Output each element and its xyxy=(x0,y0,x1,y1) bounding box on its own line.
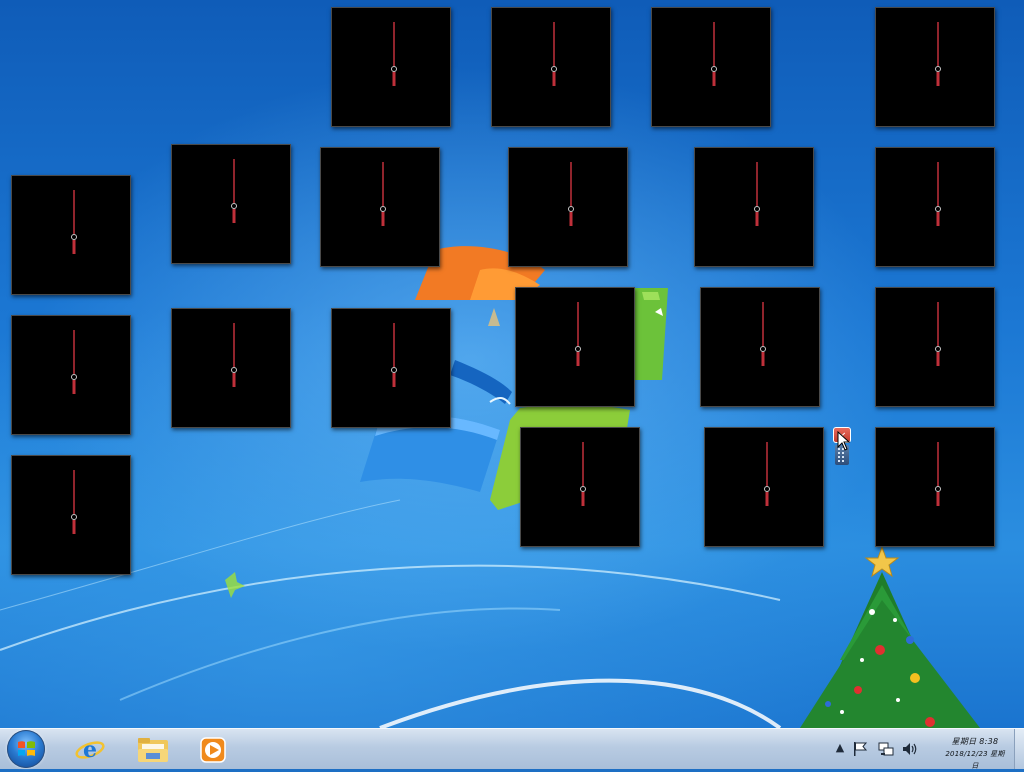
clock-date: 2018/12/23 星期日 xyxy=(945,750,1005,770)
clock-gadget[interactable] xyxy=(171,144,291,264)
internet-explorer-icon: e xyxy=(75,737,105,763)
clock-hand-icon xyxy=(935,162,941,226)
clock-gadget[interactable] xyxy=(11,315,131,435)
clock-hand-icon xyxy=(935,442,941,506)
clock-gadget[interactable] xyxy=(331,7,451,127)
clock-hand-icon xyxy=(711,22,717,86)
clock-hand-icon xyxy=(754,162,760,226)
clock-hand-icon xyxy=(71,330,77,394)
clock-hand-icon xyxy=(551,22,557,86)
christmas-tree xyxy=(800,545,980,728)
taskbar: e ▲ 星期日 8:38 2018/12/23 星期日 xyxy=(0,728,1024,772)
taskbar-media-player[interactable] xyxy=(188,731,240,767)
clock-gadget[interactable] xyxy=(875,7,995,127)
clock-gadget[interactable] xyxy=(875,287,995,407)
taskbar-clock[interactable]: 星期日 8:38 2018/12/23 星期日 xyxy=(942,736,1008,772)
clock-gadget[interactable] xyxy=(508,147,628,267)
clock-hand-icon xyxy=(580,442,586,506)
windows-logo-icon xyxy=(18,741,35,756)
clock-gadget[interactable] xyxy=(875,147,995,267)
clock-gadget[interactable] xyxy=(651,7,771,127)
clock-hand-icon xyxy=(231,323,237,387)
clock-gadget[interactable] xyxy=(331,308,451,428)
clock-gadget[interactable] xyxy=(520,427,640,547)
clock-hand-icon xyxy=(231,159,237,223)
clock-hand-icon xyxy=(764,442,770,506)
clock-gadget[interactable] xyxy=(11,175,131,295)
clock-hand-icon xyxy=(380,162,386,226)
network-icon[interactable] xyxy=(878,741,894,757)
clock-hand-icon xyxy=(760,302,766,366)
clock-hand-icon xyxy=(71,190,77,254)
clock-gadget[interactable] xyxy=(491,7,611,127)
clock-hand-icon xyxy=(391,22,397,86)
taskbar-windows-explorer[interactable] xyxy=(126,731,178,767)
notification-area: ▲ 星期日 8:38 2018/12/23 星期日 xyxy=(828,729,1024,772)
clock-hand-icon xyxy=(935,22,941,86)
clock-gadget[interactable] xyxy=(11,455,131,575)
desktop[interactable]: × xyxy=(0,0,1024,728)
clock-hand-icon xyxy=(71,470,77,534)
clock-gadget[interactable] xyxy=(320,147,440,267)
volume-icon[interactable] xyxy=(902,741,918,757)
svg-text:e: e xyxy=(83,737,97,763)
show-hidden-icons-button[interactable]: ▲ xyxy=(832,741,848,757)
clock-hand-icon xyxy=(568,162,574,226)
clock-hand-icon xyxy=(935,302,941,366)
clock-hand-icon xyxy=(575,302,581,366)
media-player-icon xyxy=(200,737,226,763)
clock-gadget[interactable] xyxy=(875,427,995,547)
clock-gadget[interactable] xyxy=(700,287,820,407)
clock-hand-icon xyxy=(391,323,397,387)
start-button[interactable] xyxy=(7,730,45,768)
taskbar-internet-explorer[interactable]: e xyxy=(64,731,116,767)
flag-icon[interactable] xyxy=(852,741,868,757)
mouse-cursor-icon xyxy=(837,431,851,451)
show-desktop-button[interactable] xyxy=(1014,729,1024,769)
clock-gadget[interactable] xyxy=(694,147,814,267)
clock-gadget[interactable] xyxy=(704,427,824,547)
clock-time: 星期日 8:38 xyxy=(951,737,999,746)
folder-icon xyxy=(138,738,168,762)
clock-gadget[interactable] xyxy=(515,287,635,407)
clock-gadget[interactable] xyxy=(171,308,291,428)
